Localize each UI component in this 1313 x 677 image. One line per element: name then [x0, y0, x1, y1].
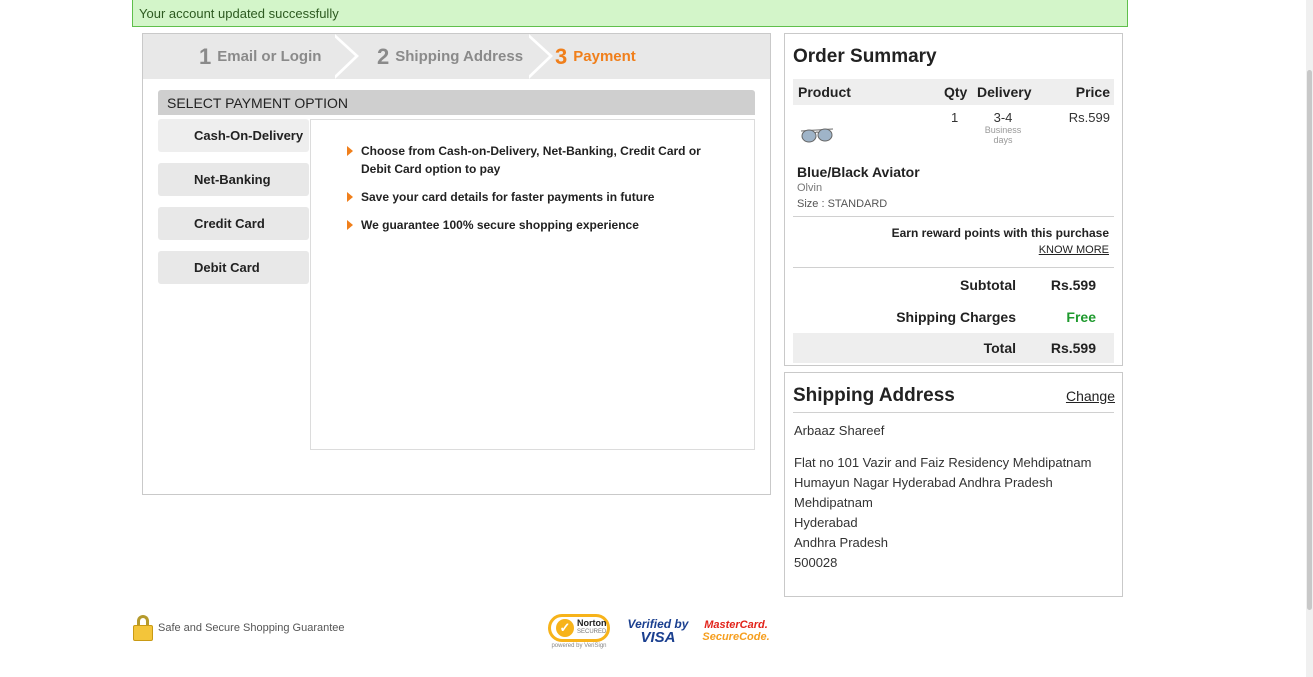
- payment-info-list: Choose from Cash-on-Delivery, Net-Bankin…: [347, 142, 707, 244]
- delivery-sub: days: [993, 135, 1013, 145]
- secure-shopping-text: Safe and Secure Shopping Guarantee: [158, 622, 345, 634]
- column-delivery: Delivery: [977, 84, 1032, 100]
- bullet-text: Save your card details for faster paymen…: [361, 190, 655, 204]
- arrow-right-icon: [347, 220, 353, 230]
- recipient-name: Arbaaz Shareef: [794, 423, 885, 438]
- payment-tab-credit-card[interactable]: Credit Card: [158, 207, 309, 240]
- know-more-link[interactable]: KNOW MORE: [1039, 244, 1109, 256]
- step-label: Payment: [573, 48, 636, 65]
- item-delivery: 3-4 Business days: [981, 110, 1025, 145]
- step-label: Email or Login: [217, 48, 322, 65]
- subtotal-label: Subtotal: [960, 277, 1016, 293]
- alert-message: Your account updated successfully: [139, 6, 339, 21]
- address-line: 500028: [794, 555, 838, 570]
- verified-by-visa-badge: Verified by VISA: [626, 612, 690, 650]
- lock-icon: [132, 614, 154, 642]
- column-price: Price: [1075, 84, 1110, 100]
- divider: [793, 216, 1114, 217]
- product-brand: Olvin: [797, 182, 823, 194]
- mastercard-line1: MasterCard.: [704, 619, 768, 631]
- checkout-steps: 1 Email or Login 2 Shipping Address 3 Pa…: [143, 34, 770, 79]
- address-line: Mehdipatnam: [794, 495, 873, 510]
- norton-name: Norton: [577, 617, 607, 628]
- total-row: Total Rs.599: [793, 333, 1114, 363]
- step-number: 2: [377, 43, 390, 69]
- address-lines: Flat no 101 Vazir and Faiz Residency Meh…: [794, 453, 1091, 573]
- norton-secured-badge: ✓ Norton SECURED powered by VeriSign: [545, 612, 613, 650]
- product-name[interactable]: Blue/Black Aviator: [797, 164, 920, 180]
- subtotal-value: Rs.599: [1050, 277, 1096, 293]
- arrow-right-icon: [347, 192, 353, 202]
- shipping-charges-row: Shipping Charges Free: [793, 302, 1114, 332]
- order-summary: Order Summary Product Qty Delivery Price…: [784, 33, 1123, 366]
- address-line: Humayun Nagar Hyderabad Andhra Pradesh: [794, 475, 1053, 490]
- product-size: Size : STANDARD: [797, 198, 888, 210]
- column-qty: Qty: [944, 84, 968, 100]
- payment-tab-net-banking[interactable]: Net-Banking: [158, 163, 309, 196]
- step-email-login[interactable]: 1 Email or Login: [199, 34, 321, 79]
- payment-info-panel: Choose from Cash-on-Delivery, Net-Bankin…: [310, 119, 755, 450]
- item-price: Rs.599: [1068, 110, 1110, 125]
- address-line: Flat no 101 Vazir and Faiz Residency Meh…: [794, 455, 1092, 470]
- visa-line2: VISA: [640, 629, 676, 646]
- bullet-text: We guarantee 100% secure shopping experi…: [361, 218, 639, 232]
- subtotal-row: Subtotal Rs.599: [793, 270, 1114, 300]
- norton-secured: SECURED: [577, 628, 607, 635]
- delivery-sub: Business: [984, 125, 1022, 135]
- payment-option-header: SELECT PAYMENT OPTION: [158, 90, 755, 115]
- payment-body: Cash-On-Delivery Net-Banking Credit Card…: [158, 115, 755, 450]
- shipping-address-title: Shipping Address: [793, 385, 955, 406]
- divider: [793, 267, 1114, 268]
- checkmark-icon: ✓: [556, 618, 574, 637]
- step-number: 3: [555, 43, 568, 69]
- summary-table-header: Product Qty Delivery Price: [793, 79, 1114, 105]
- mastercard-line2: SecureCode.: [702, 631, 770, 643]
- total-label: Total: [983, 340, 1016, 356]
- checkout-panel: 1 Email or Login 2 Shipping Address 3 Pa…: [142, 33, 771, 495]
- address-line: Hyderabad: [794, 515, 858, 530]
- step-payment[interactable]: 3 Payment: [555, 34, 636, 79]
- scrollbar-thumb[interactable]: [1307, 70, 1312, 610]
- address-line: Andhra Pradesh: [794, 535, 888, 550]
- list-item: Save your card details for faster paymen…: [347, 188, 707, 206]
- reward-text: Earn reward points with this purchase: [891, 226, 1109, 240]
- bullet-text: Choose from Cash-on-Delivery, Net-Bankin…: [361, 144, 701, 176]
- list-item: Choose from Cash-on-Delivery, Net-Bankin…: [347, 142, 707, 178]
- step-separator: [331, 34, 355, 79]
- secure-shopping-guarantee: Safe and Secure Shopping Guarantee: [132, 614, 345, 642]
- step-shipping-address[interactable]: 2 Shipping Address: [377, 34, 523, 79]
- product-thumbnail-aviator[interactable]: [799, 125, 835, 145]
- list-item: We guarantee 100% secure shopping experi…: [347, 216, 707, 234]
- step-label: Shipping Address: [395, 48, 524, 65]
- arrow-right-icon: [347, 146, 353, 156]
- payment-tab-debit-card[interactable]: Debit Card: [158, 251, 309, 284]
- order-summary-title: Order Summary: [793, 46, 937, 67]
- step-number: 1: [199, 43, 212, 69]
- step-tail: [721, 34, 770, 79]
- item-qty: 1: [951, 110, 959, 125]
- shipping-charges-value: Free: [1066, 309, 1096, 325]
- column-product: Product: [798, 84, 851, 100]
- delivery-days: 3-4: [993, 110, 1013, 125]
- vertical-scrollbar[interactable]: [1306, 0, 1313, 677]
- norton-powered: powered by VeriSign: [551, 642, 607, 649]
- change-address-link[interactable]: Change: [1066, 388, 1115, 404]
- step-separator: [525, 34, 549, 79]
- payment-tab-cod[interactable]: Cash-On-Delivery: [158, 119, 309, 152]
- shipping-charges-label: Shipping Charges: [896, 309, 1016, 325]
- mastercard-securecode-badge: MasterCard. SecureCode.: [702, 612, 770, 650]
- shipping-address-panel: Shipping Address Change Arbaaz Shareef F…: [784, 372, 1123, 597]
- divider: [793, 412, 1114, 413]
- total-value: Rs.599: [1050, 340, 1096, 356]
- success-alert: Your account updated successfully: [132, 0, 1128, 27]
